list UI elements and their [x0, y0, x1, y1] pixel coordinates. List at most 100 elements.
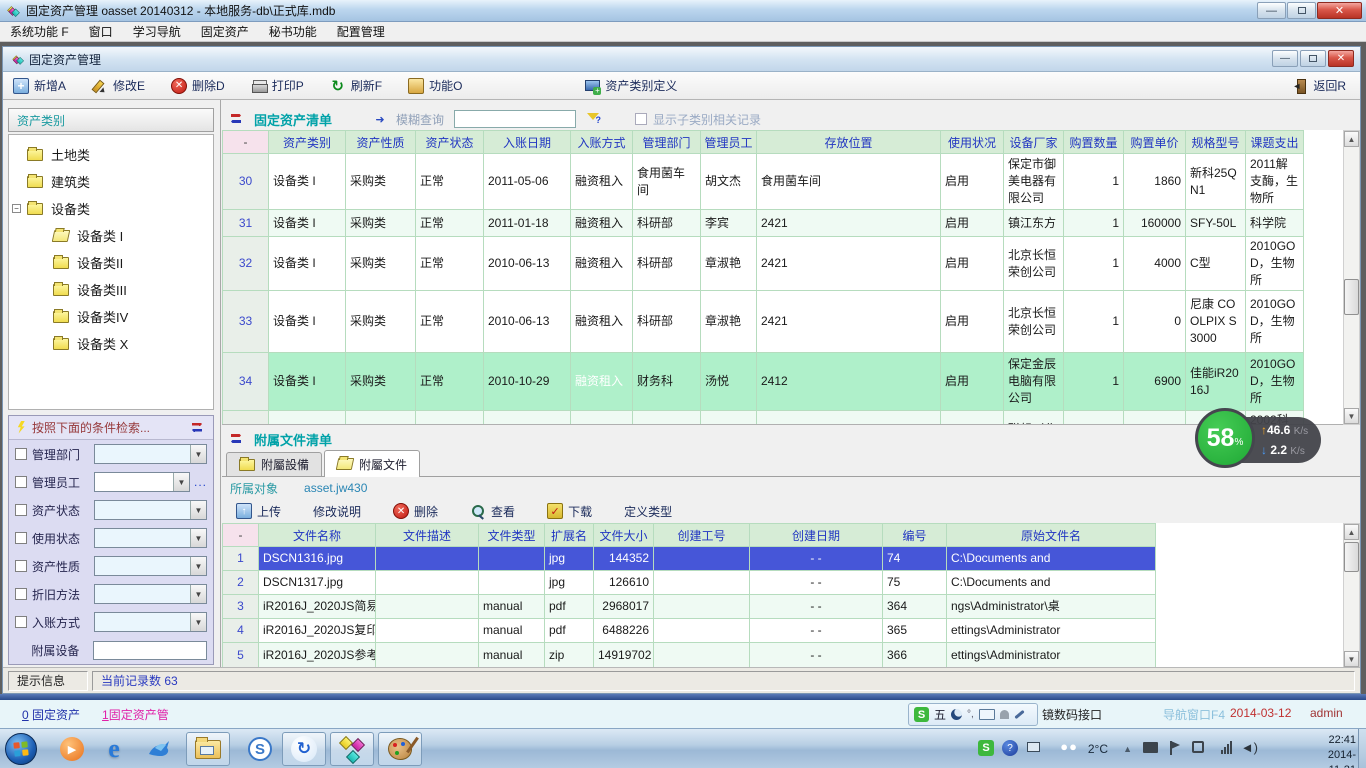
staff-checkbox[interactable] [15, 476, 27, 488]
chevron-down-icon[interactable]: ▼ [190, 613, 206, 631]
column-header[interactable]: 使用状况 [941, 131, 1004, 154]
print-button[interactable]: 打印P [251, 77, 304, 94]
data-cell[interactable]: 联想（北 [1004, 411, 1064, 426]
wrench-icon[interactable] [1014, 710, 1024, 719]
data-cell[interactable]: 2010-06-13 [484, 291, 571, 353]
asset-status-select[interactable]: ▼ [94, 500, 207, 520]
menu-secretary[interactable]: 秘书功能 [259, 22, 327, 41]
menu-window[interactable]: 窗口 [79, 22, 123, 41]
table-row[interactable]: 联想（北2002科学 [223, 411, 1304, 426]
data-cell[interactable]: 启用 [941, 154, 1004, 210]
taskbar-media-player[interactable]: ▶ [50, 732, 94, 766]
data-cell[interactable]: zip [545, 643, 594, 668]
define-type-button[interactable]: 定义类型 [624, 503, 672, 520]
edit-note-button[interactable]: 修改说明 [313, 503, 361, 520]
data-cell[interactable]: 采购类 [346, 210, 416, 237]
data-cell[interactable]: 366 [883, 643, 947, 668]
data-cell[interactable] [1124, 411, 1186, 426]
show-desktop-button[interactable] [1358, 729, 1366, 768]
child-minimize-button[interactable]: — [1272, 50, 1298, 67]
data-cell[interactable]: 设备类 I [269, 291, 346, 353]
data-cell[interactable] [376, 643, 479, 668]
chevron-down-icon[interactable]: ▼ [190, 501, 206, 519]
row-number-cell[interactable]: 31 [223, 210, 269, 237]
data-cell[interactable]: 设备类 I [269, 210, 346, 237]
row-number-cell[interactable]: 5 [223, 643, 259, 668]
data-cell[interactable]: 汤悦 [701, 353, 757, 411]
column-header[interactable]: 入账日期 [484, 131, 571, 154]
data-cell[interactable]: 74 [883, 547, 947, 571]
swap-icon[interactable] [191, 421, 207, 435]
data-cell[interactable]: 6900 [1124, 353, 1186, 411]
data-cell[interactable]: jpg [545, 571, 594, 595]
data-cell[interactable] [479, 547, 545, 571]
data-cell[interactable]: 正常 [416, 237, 484, 291]
data-cell[interactable] [484, 411, 571, 426]
data-cell[interactable]: - - [750, 547, 883, 571]
data-cell[interactable]: 2421 [757, 237, 941, 291]
data-cell[interactable]: ettings\Administrator [947, 643, 1156, 668]
data-cell[interactable]: 胡文杰 [701, 154, 757, 210]
data-cell[interactable] [654, 643, 750, 668]
tray-sogou-icon[interactable]: S [978, 740, 994, 756]
table-row[interactable]: 3iR2016J_2020JS简易操作manualpdf2968017- -36… [223, 595, 1156, 619]
data-cell[interactable]: 14919702 [594, 643, 654, 668]
row-number-cell[interactable]: 34 [223, 353, 269, 411]
data-cell[interactable]: 李宾 [701, 210, 757, 237]
show-subcategory-checkbox[interactable] [635, 113, 647, 125]
tree-item-equipment-4[interactable]: 设备类IV [9, 303, 213, 330]
ime-mode-wubi[interactable]: 五 [934, 706, 946, 723]
menu-fixed-assets[interactable]: 固定资产 [191, 22, 259, 41]
usage-status-checkbox[interactable] [15, 532, 27, 544]
data-cell[interactable] [376, 571, 479, 595]
data-cell[interactable]: 尼康 COOLPIX S 3000 [1186, 291, 1246, 353]
column-header[interactable]: 管理员工 [701, 131, 757, 154]
taskbar-paint-app[interactable] [378, 732, 422, 766]
column-header[interactable]: 文件大小 [594, 524, 654, 547]
booking-checkbox[interactable] [15, 616, 27, 628]
upload-button[interactable]: ↑上传 [236, 503, 281, 520]
child-restore-button[interactable] [1300, 50, 1326, 67]
staff-browse-button[interactable]: ... [194, 475, 207, 489]
table-row[interactable]: 5iR2016J_2020JS参考指南.manualzip14919702- -… [223, 643, 1156, 668]
column-header[interactable]: 原始文件名 [947, 524, 1156, 547]
data-cell[interactable]: 2010GOD，生物所 [1246, 353, 1304, 411]
data-cell[interactable]: 1 [1064, 210, 1124, 237]
tree-item-equipment-1[interactable]: 设备类 I [9, 222, 213, 249]
scroll-thumb[interactable] [1344, 279, 1359, 315]
data-cell[interactable]: DSCN1317.jpg [259, 571, 376, 595]
data-cell[interactable]: 1860 [1124, 154, 1186, 210]
dept-select[interactable]: ▼ [94, 444, 207, 464]
data-cell[interactable]: 75 [883, 571, 947, 595]
data-cell[interactable]: 2011-05-06 [484, 154, 571, 210]
table-row[interactable]: 4iR2016J_2020JS复印指南.manualpdf6488226- -3… [223, 619, 1156, 643]
data-cell[interactable]: 镇江东方 [1004, 210, 1064, 237]
table-row[interactable]: 31设备类 I采购类正常2011-01-18融资租入科研部李宾2421启用镇江东… [223, 210, 1304, 237]
data-cell[interactable]: - - [750, 595, 883, 619]
data-cell[interactable] [757, 411, 941, 426]
row-number-cell[interactable] [223, 411, 269, 426]
table-row[interactable]: 1DSCN1316.jpgjpg144352- -74C:\Documents … [223, 547, 1156, 571]
data-cell[interactable]: 126610 [594, 571, 654, 595]
view-button[interactable]: 查看 [470, 503, 515, 520]
data-cell[interactable]: 2010-06-13 [484, 237, 571, 291]
column-header[interactable]: 设备厂家 [1004, 131, 1064, 154]
data-cell[interactable] [654, 619, 750, 643]
data-cell[interactable]: 章淑艳 [701, 291, 757, 353]
tree-item-equipment-x[interactable]: 设备类 X [9, 330, 213, 357]
data-cell[interactable]: 章淑艳 [701, 237, 757, 291]
data-cell[interactable]: 采购类 [346, 154, 416, 210]
depreciation-checkbox[interactable] [15, 588, 27, 600]
function-button[interactable]: 功能O [408, 77, 462, 94]
data-cell[interactable] [376, 547, 479, 571]
menu-config[interactable]: 配置管理 [327, 22, 395, 41]
data-cell[interactable]: 融资租入 [571, 154, 633, 210]
data-cell[interactable] [479, 571, 545, 595]
data-cell[interactable]: 2011-01-18 [484, 210, 571, 237]
tray-help-icon[interactable]: ? [1002, 740, 1018, 756]
row-number-cell[interactable]: 4 [223, 619, 259, 643]
data-cell[interactable]: 2010-10-29 [484, 353, 571, 411]
filter-funnel-icon[interactable] [586, 112, 601, 127]
tree-item-equipment-2[interactable]: 设备类II [9, 249, 213, 276]
data-cell[interactable]: 2011解支酶，生物所 [1246, 154, 1304, 210]
